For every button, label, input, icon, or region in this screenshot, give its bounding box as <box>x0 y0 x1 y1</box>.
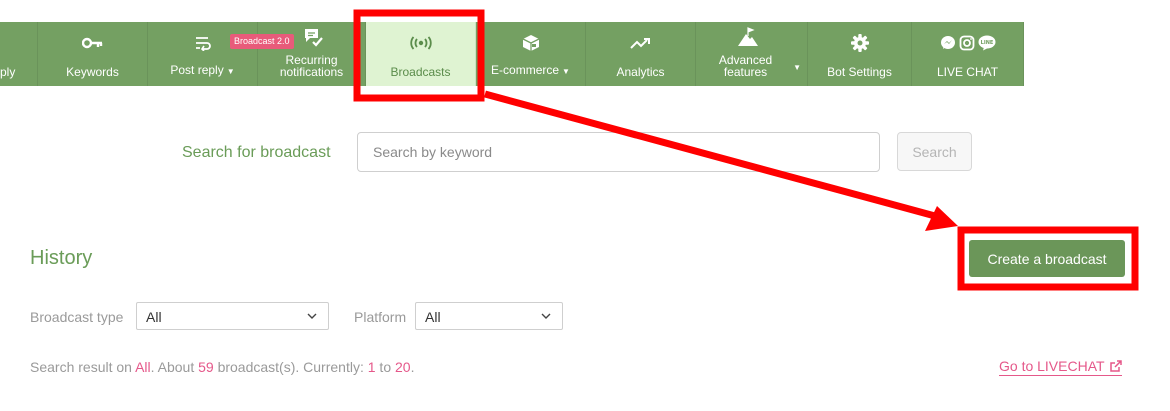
nav-item-label: LIVE CHAT <box>936 65 999 79</box>
broadcast-icon <box>409 34 433 52</box>
chevron-down-icon: ▼ <box>226 67 235 76</box>
gear-icon <box>850 34 870 52</box>
broadcast-type-label: Broadcast type <box>30 309 124 325</box>
result-text: . About <box>150 359 199 375</box>
search-button[interactable]: Search <box>897 132 972 171</box>
platform-value: All <box>425 309 441 325</box>
trend-icon <box>629 34 652 52</box>
result-text: Search result on <box>30 359 136 375</box>
platform-label: Platform <box>354 309 407 325</box>
nav-item-post-reply[interactable]: Post reply ▼ <box>148 22 258 86</box>
livechat-link-label: Go to LIVECHAT <box>999 358 1105 374</box>
result-scope: All <box>135 359 151 375</box>
key-icon <box>81 34 104 52</box>
go-to-livechat-link[interactable]: Go to LIVECHAT <box>999 358 1122 376</box>
line-icon: LINE <box>978 35 995 51</box>
nav-item-label: E-commerce <box>491 63 560 77</box>
nav-item-label: Keywords <box>66 65 119 79</box>
broadcast-version-badge: Broadcast 2.0 <box>230 34 294 49</box>
nav-item-bot-settings[interactable]: Bot Settings <box>808 22 912 86</box>
annotation-arrow-head <box>925 206 958 231</box>
nav-item-live-chat[interactable]: LINE LIVE CHAT <box>912 22 1024 86</box>
result-to: 20 <box>395 359 411 375</box>
messenger-icon <box>940 36 955 49</box>
chevron-down-icon <box>540 309 552 325</box>
nav-item-recurring-notifications[interactable]: Recurring notifications <box>258 22 366 86</box>
search-result-summary: Search result on All. About 59 broadcast… <box>30 359 414 375</box>
result-from: 1 <box>367 359 376 375</box>
history-title: History <box>30 247 93 269</box>
nav-item-ecommerce[interactable]: E-commerce ▼ <box>476 22 586 86</box>
result-text: broadcast(s). Currently: <box>213 359 368 375</box>
result-text: to <box>375 359 396 375</box>
chevron-down-icon <box>306 309 318 325</box>
nav-item-label: Broadcasts <box>390 65 451 79</box>
nav-item-label: Post reply <box>170 63 224 77</box>
page: ply Keywords Post reply ▼ Recurring notif… <box>0 0 1170 411</box>
nav-item-broadcasts[interactable]: Broadcasts <box>366 22 476 86</box>
result-text: . <box>410 359 415 375</box>
mountain-flag-icon <box>737 27 759 46</box>
external-link-icon <box>1109 359 1122 372</box>
messenger-instagram-line-icons: LINE <box>940 34 996 52</box>
chevron-down-icon: ▼ <box>562 67 570 76</box>
nav-item-reply[interactable]: ply <box>0 22 38 86</box>
nav-item-keywords[interactable]: Keywords <box>38 22 148 86</box>
chat-check-icon <box>303 28 323 47</box>
create-broadcast-button[interactable]: Create a broadcast <box>969 240 1125 277</box>
chevron-down-icon: ▼ <box>793 63 801 72</box>
nav-item-label: ply <box>0 65 16 79</box>
nav-item-label: Analytics <box>616 65 665 79</box>
broadcast-type-value: All <box>146 309 162 325</box>
svg-text:LINE: LINE <box>980 40 993 46</box>
box-icon <box>522 34 540 52</box>
result-count: 59 <box>198 359 214 375</box>
nav-item-label-line2: features <box>723 65 768 79</box>
platform-select[interactable]: All <box>415 302 563 330</box>
top-nav: ply Keywords Post reply ▼ Recurring notif… <box>0 22 1170 86</box>
broadcast-type-select[interactable]: All <box>136 302 329 330</box>
nav-item-advanced-features[interactable]: Advanced features ▼ <box>696 22 808 86</box>
nav-item-analytics[interactable]: Analytics <box>586 22 696 86</box>
search-input[interactable] <box>357 132 880 172</box>
post-reply-icon <box>194 34 212 52</box>
nav-item-label-line2: notifications <box>279 65 344 79</box>
instagram-icon <box>959 35 974 51</box>
nav-item-label: Bot Settings <box>827 65 892 79</box>
search-label: Search for broadcast <box>182 144 331 161</box>
